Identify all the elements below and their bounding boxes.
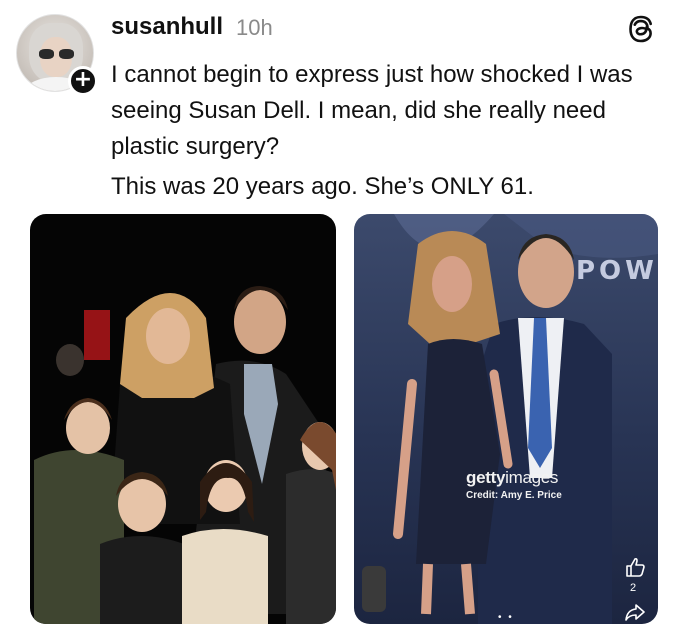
username[interactable]: susanhull (111, 13, 223, 41)
share-icon[interactable] (624, 602, 646, 622)
photo-left[interactable] (30, 214, 336, 624)
getty-watermark: gettyimages Credit: Amy E. Price (466, 468, 606, 501)
avatar-sunglasses (39, 49, 75, 59)
page-dots-icon: • • (498, 612, 514, 623)
post-paragraph-2: This was 20 years ago. She’s ONLY 61. (111, 173, 534, 200)
threads-logo-icon[interactable] (627, 14, 655, 44)
post-paragraph-1: I cannot begin to express just how shock… (111, 61, 633, 160)
post-body: I cannot begin to express just how shock… (111, 57, 663, 205)
like-count: 2 (630, 582, 637, 594)
thumbs-up-icon[interactable] (624, 556, 646, 578)
watermark-brand-light: images (505, 468, 559, 487)
photo-right[interactable]: POWE gettyimages Credit: Amy E. Price (354, 214, 658, 624)
follow-plus-icon[interactable]: + (68, 66, 98, 96)
watermark-credit: Credit: Amy E. Price (466, 490, 562, 501)
post-time: 10h (236, 15, 273, 40)
family-photo-illustration (34, 286, 336, 624)
background-sign-text: POWE (576, 256, 658, 286)
watermark-brand-bold: getty (466, 468, 506, 487)
